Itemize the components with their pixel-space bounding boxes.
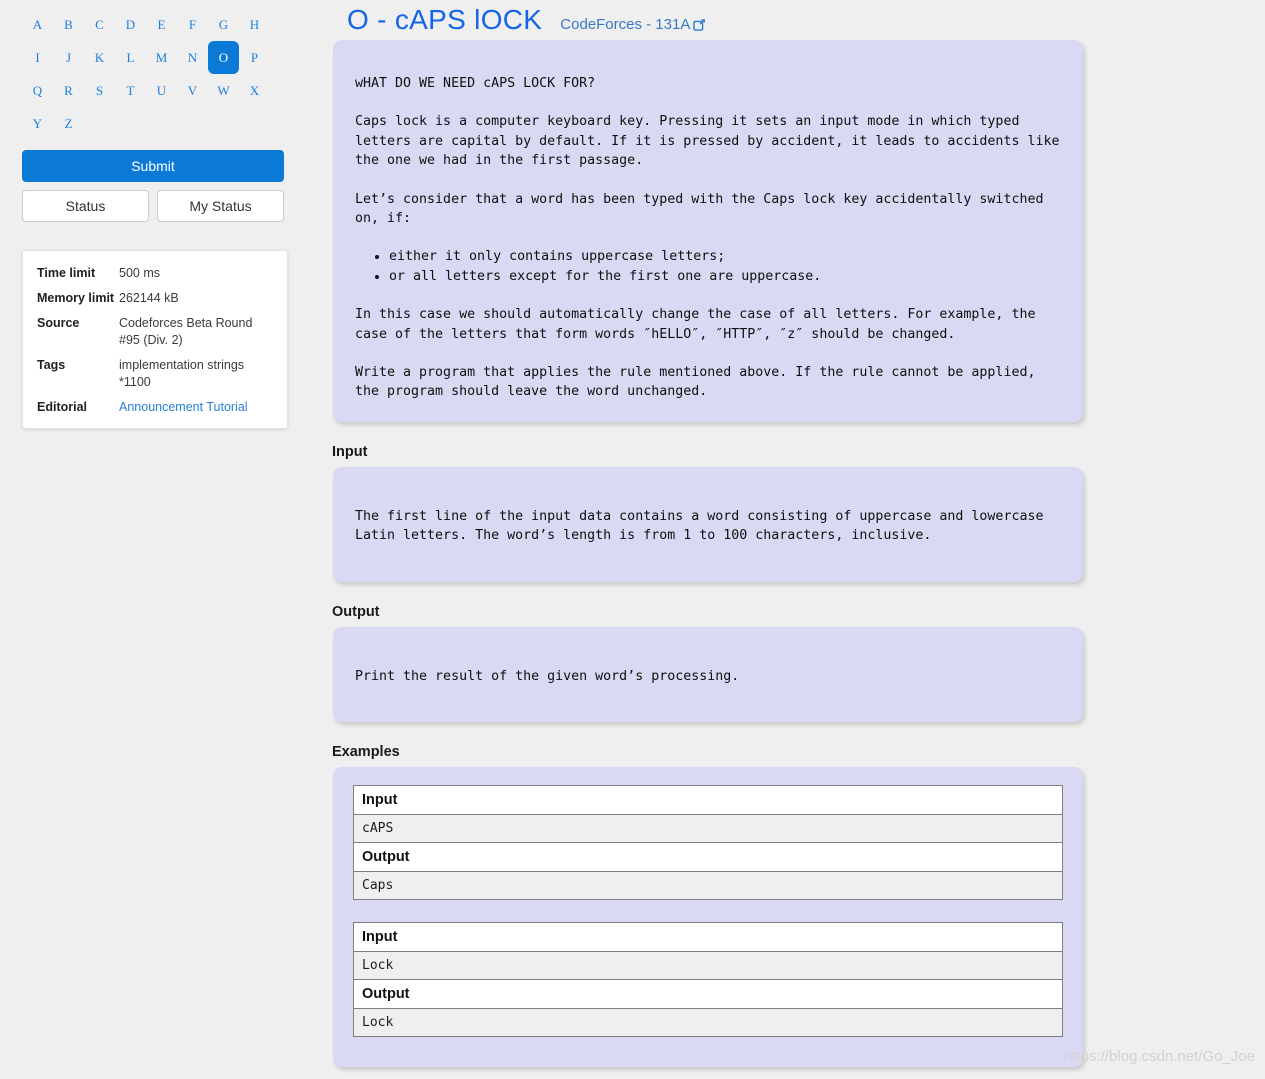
letter-tile-j[interactable]: J	[53, 41, 84, 74]
page-title-row: O - cAPS lOCK CodeForces - 131A	[330, 0, 1265, 36]
table-row: Input	[353, 785, 1063, 816]
letter-tile-t[interactable]: T	[115, 74, 146, 107]
table-row: Output	[353, 979, 1063, 1010]
letter-tile-o[interactable]: O	[208, 41, 239, 74]
statement-paragraph-3: In this case we should automatically cha…	[355, 307, 1036, 342]
letter-tile-k[interactable]: K	[84, 41, 115, 74]
letter-tile-s[interactable]: S	[84, 74, 115, 107]
problem-info-card: Time limit 500 ms Memory limit 262144 kB Sou…	[22, 250, 288, 429]
page-title: O - cAPS lOCK	[347, 4, 543, 35]
letter-tile-y[interactable]: Y	[22, 107, 53, 140]
input-panel: The first line of the input data contain…	[333, 466, 1083, 582]
letter-tile-v[interactable]: V	[177, 74, 208, 107]
table-row: Lock	[353, 951, 1063, 981]
letter-tile-h[interactable]: H	[239, 8, 270, 41]
output-section-heading: Output	[332, 603, 380, 620]
example-output-value: Caps	[353, 871, 1063, 900]
problem-source-link[interactable]: CodeForces - 131A	[560, 16, 706, 35]
example-input-value: cAPS	[353, 814, 1063, 844]
info-value: 500 ms	[119, 266, 160, 280]
info-row: Source Codeforces Beta Round #95 (Div. 2)	[23, 311, 287, 353]
info-key: Time limit	[37, 266, 96, 280]
input-section-heading: Input	[332, 443, 368, 460]
tutorial-link[interactable]: Tutorial	[206, 400, 247, 414]
info-row: Time limit 500 ms	[23, 261, 287, 286]
status-button[interactable]: Status	[22, 190, 149, 222]
letter-tile-c[interactable]: C	[84, 8, 115, 41]
table-row: Input	[353, 922, 1063, 953]
example-table: Input Lock Output Lock	[353, 922, 1063, 1038]
letter-tile-f[interactable]: F	[177, 8, 208, 41]
external-link-icon	[693, 18, 706, 35]
info-value: Codeforces Beta Round #95 (Div. 2)	[119, 316, 253, 347]
info-key: Source	[37, 316, 80, 330]
statement-text: wHAT DO WE NEED cAPS LOCK FOR? Caps lock…	[333, 40, 1083, 422]
example-input-label: Input	[353, 922, 1063, 953]
info-value: 262144 kB	[119, 291, 179, 305]
letter-tile-w[interactable]: W	[208, 74, 239, 107]
table-row: Lock	[353, 1008, 1063, 1037]
page-root: ABCDEFGH IJKLMNOP QRSTUVWX YZ Submit Status…	[0, 0, 1265, 1079]
example-output-label: Output	[353, 842, 1063, 873]
table-row: cAPS	[353, 814, 1063, 844]
statement-panel: wHAT DO WE NEED cAPS LOCK FOR? Caps lock…	[333, 40, 1083, 422]
info-value: implementation strings *1100	[119, 358, 245, 389]
watermark: https://blog.csdn.net/Go_Joe	[1064, 1048, 1255, 1065]
info-value-editorial: Announcement Tutorial	[119, 399, 273, 416]
letter-tile-d[interactable]: D	[115, 8, 146, 41]
output-panel: Print the result of the given word’s pro…	[333, 626, 1083, 723]
info-row-editorial: Editorial Announcement Tutorial	[23, 395, 287, 420]
statement-paragraph-4: Write a program that applies the rule me…	[355, 365, 1036, 400]
statement-bullet-item: either it only contains uppercase letter…	[389, 247, 1061, 266]
example-output-value: Lock	[353, 1008, 1063, 1037]
letter-tile-r[interactable]: R	[53, 74, 84, 107]
letter-tile-n[interactable]: N	[177, 41, 208, 74]
example-table: Input cAPS Output Caps	[353, 785, 1063, 901]
main-content: O - cAPS lOCK CodeForces - 131A wHAT DO …	[330, 0, 1265, 1068]
info-key-editorial: Editorial	[37, 400, 88, 414]
letter-tile-z[interactable]: Z	[53, 107, 84, 140]
statement-heading: wHAT DO WE NEED cAPS LOCK FOR?	[355, 76, 596, 91]
output-text: Print the result of the given word’s pro…	[355, 668, 740, 684]
example-input-value: Lock	[353, 951, 1063, 981]
statement-paragraph-2: Let’s consider that a word has been type…	[355, 191, 1044, 227]
sidebar: ABCDEFGH IJKLMNOP QRSTUVWX YZ Submit Status…	[0, 0, 310, 429]
table-row: Output	[353, 842, 1063, 873]
info-row: Tags implementation strings *1100	[23, 353, 287, 395]
info-key: Memory limit	[37, 291, 115, 305]
example-input-label: Input	[353, 785, 1063, 816]
letter-tile-x[interactable]: X	[239, 74, 270, 107]
letter-tile-p[interactable]: P	[239, 41, 270, 74]
letter-tile-l[interactable]: L	[115, 41, 146, 74]
statement-bullet-item: or all letters except for the first one …	[389, 267, 1061, 286]
letter-tile-e[interactable]: E	[146, 8, 177, 41]
letter-tile-b[interactable]: B	[53, 8, 84, 41]
info-row: Memory limit 262144 kB	[23, 286, 287, 311]
problem-source-label: CodeForces - 131A	[560, 16, 691, 33]
letter-tile-q[interactable]: Q	[22, 74, 53, 107]
status-button-row: Status My Status	[22, 190, 284, 222]
examples-section-heading: Examples	[332, 744, 400, 761]
announcement-link[interactable]: Announcement	[119, 400, 203, 414]
statement-bullet-list: either it only contains uppercase letter…	[355, 247, 1061, 286]
example-output-label: Output	[353, 979, 1063, 1010]
letter-tile-u[interactable]: U	[146, 74, 177, 107]
letter-tile-m[interactable]: M	[146, 41, 177, 74]
input-text: The first line of the input data contain…	[355, 508, 1044, 544]
letter-tile-i[interactable]: I	[22, 41, 53, 74]
examples-panel: Input cAPS Output Caps Input Lock Output Lock	[333, 767, 1083, 1068]
table-row: Caps	[353, 871, 1063, 900]
my-status-button[interactable]: My Status	[157, 190, 284, 222]
info-key: Tags	[37, 358, 66, 372]
letter-tile-g[interactable]: G	[208, 8, 239, 41]
letter-index-grid: ABCDEFGH IJKLMNOP QRSTUVWX YZ	[22, 8, 288, 140]
submit-button[interactable]: Submit	[22, 150, 284, 182]
letter-tile-a[interactable]: A	[22, 8, 53, 41]
statement-paragraph-1: Caps lock is a computer keyboard key. Pr…	[355, 114, 1060, 169]
examples-container: Input cAPS Output Caps Input Lock Output Lock	[353, 785, 1063, 1038]
